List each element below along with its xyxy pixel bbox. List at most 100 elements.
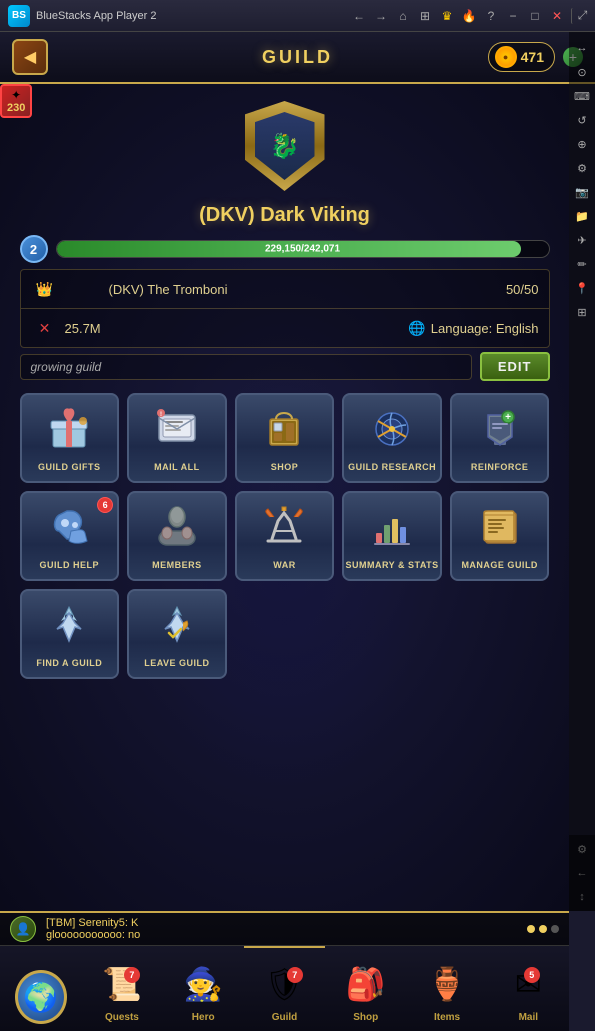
sidebar-icon-3[interactable]: ⌨	[572, 86, 592, 106]
notif-message: glooooooooooo: no	[46, 929, 140, 941]
guild-research-button[interactable]: GUILD RESEARCH	[342, 393, 442, 483]
war-button[interactable]: WAR	[235, 491, 335, 581]
guild-level-badge: 2	[20, 235, 48, 263]
shop-nav-icon-wrap: 🎒	[340, 958, 392, 1010]
shop-nav-label: Shop	[353, 1012, 378, 1023]
sidebar-icon-9[interactable]: ✈	[572, 230, 592, 250]
notif-user: [TBM] Serenity5: K	[46, 917, 138, 929]
guild-leader-name: (DKV) The Tromboni	[109, 282, 506, 297]
sidebar-icon-7[interactable]: 📷	[572, 182, 592, 202]
rank-number: 230	[7, 102, 25, 114]
title-bar: BS BlueStacks App Player 2 ← → ⌂ ⊞ ♛ 🔥 ?…	[0, 0, 595, 32]
guild-power: 25.7M	[65, 321, 403, 336]
emblem-dragon-icon: 🐉	[270, 132, 300, 161]
home-btn[interactable]: ⌂	[395, 8, 411, 24]
svg-text:!: !	[160, 412, 162, 418]
back-nav-btn[interactable]: ←	[351, 8, 367, 24]
reinforce-label: REINFORCE	[471, 462, 529, 473]
sidebar-icon-12[interactable]: ⊞	[572, 302, 592, 322]
fire-btn[interactable]: 🔥	[461, 8, 477, 24]
sidebar-icon-6[interactable]: ⚙	[572, 158, 592, 178]
restore-btn[interactable]: □	[527, 8, 543, 24]
svg-text:+: +	[505, 412, 511, 423]
nav-item-hero[interactable]: 🧙 Hero	[163, 946, 244, 1031]
back-button[interactable]: ◀	[12, 39, 48, 75]
close-btn[interactable]: ✕	[549, 8, 565, 24]
emblem-shield-inner: 🐉	[255, 112, 315, 180]
items-label: Items	[434, 1012, 460, 1023]
rank-badge: ✦ 230	[0, 84, 32, 118]
bluestacks-logo: BS	[8, 5, 30, 27]
guild-icon-wrap: 🛡 7	[258, 958, 310, 1010]
apps-btn[interactable]: ⊞	[417, 8, 433, 24]
guild-nav-label: Guild	[272, 1012, 298, 1023]
emblem-shield: 🐉	[245, 101, 325, 191]
title-bar-controls[interactable]: ← → ⌂ ⊞ ♛ 🔥 ? − □ ✕ ⤢	[351, 8, 587, 24]
manage-guild-label: MANAGE GUILD	[461, 560, 538, 571]
nav-item-guild[interactable]: 🛡 7 Guild	[244, 946, 325, 1031]
sidebar-icon-4[interactable]: ↺	[572, 110, 592, 130]
mail-label: Mail	[519, 1012, 538, 1023]
guild-help-button[interactable]: 6 GUILD HELP	[20, 491, 120, 581]
shop-button[interactable]: SHOP	[235, 393, 335, 483]
find-a-guild-button[interactable]: FIND A GUILD	[20, 589, 120, 679]
nav-item-mail[interactable]: ✉ 5 Mail	[488, 946, 569, 1031]
sidebar-icon-10[interactable]: ✏	[572, 254, 592, 274]
notif-dots	[527, 925, 559, 933]
forward-nav-btn[interactable]: →	[373, 8, 389, 24]
leave-guild-button[interactable]: LEAVE GUILD	[127, 589, 227, 679]
currency-display: ● 471	[488, 42, 555, 72]
sidebar-icon-8[interactable]: 📁	[572, 206, 592, 226]
swords-icon: ✕	[31, 314, 59, 342]
game-area: 🐉 (DKV) Dark Viking 2 229,150/242,071 👑 …	[0, 84, 569, 911]
sidebar-icon-5[interactable]: ⊕	[572, 134, 592, 154]
nav-item-quests[interactable]: 📜 7 Quests	[81, 946, 162, 1031]
nav-item-items[interactable]: 🏺 Items	[406, 946, 487, 1031]
sidebar-icon-2[interactable]: ⊙	[572, 62, 592, 82]
members-icon	[129, 493, 225, 560]
nav-item-world[interactable]: 🌍	[0, 946, 81, 1031]
shop-label: SHOP	[271, 462, 299, 473]
guild-gifts-button[interactable]: GUILD GIFTS	[20, 393, 120, 483]
guild-name: (DKV) Dark Viking	[199, 204, 370, 227]
stretch-btn[interactable]: ⤢	[571, 8, 587, 24]
rank-icon: ✦	[11, 88, 21, 102]
buttons-row-1: GUILD GIFTS ! MAIL ALL	[20, 393, 550, 483]
world-globe-icon: 🌍	[15, 970, 67, 1024]
taskbar: 👤 [TBM] Serenity5: K glooooooooooo: no 🌍…	[0, 911, 569, 1031]
nav-item-shop[interactable]: 🎒 Shop	[325, 946, 406, 1031]
notification-strip[interactable]: 👤 [TBM] Serenity5: K glooooooooooo: no	[0, 913, 569, 946]
nav-bar: 🌍 📜 7 Quests 🧙 Hero 🛡 7	[0, 946, 569, 1031]
sidebar-icon-1[interactable]: ↔	[572, 38, 592, 58]
xp-bar-text: 229,150/242,071	[265, 244, 340, 255]
main-content: 🐉 (DKV) Dark Viking 2 229,150/242,071 👑 …	[0, 84, 569, 683]
help-btn[interactable]: ?	[483, 8, 499, 24]
guild-members-count: 50/50	[506, 282, 539, 297]
sidebar-icon-11[interactable]: 📍	[572, 278, 592, 298]
items-icon-wrap: 🏺	[421, 958, 473, 1010]
guild-leader-row: 👑 ✦ 230 (DKV) The Tromboni 50/50	[20, 269, 550, 308]
notif-dot-3	[551, 925, 559, 933]
war-icon	[237, 493, 333, 560]
mail-all-button[interactable]: ! MAIL ALL	[127, 393, 227, 483]
members-label: MEMBERS	[152, 560, 202, 571]
manage-guild-button[interactable]: MANAGE GUILD	[450, 491, 550, 581]
summary-stats-button[interactable]: SUMMARY & STATS	[342, 491, 442, 581]
notif-avatar: 👤	[10, 916, 36, 942]
currency-amount: 471	[521, 49, 544, 65]
coin-icon: ●	[495, 46, 517, 68]
reinforce-button[interactable]: + REINFORCE	[450, 393, 550, 483]
buttons-row-3: FIND A GUILD LEAVE GUILD	[20, 589, 550, 679]
minimize-btn[interactable]: −	[505, 8, 521, 24]
notif-dot-1	[527, 925, 535, 933]
members-button[interactable]: MEMBERS	[127, 491, 227, 581]
edit-button[interactable]: EDIT	[480, 352, 550, 381]
world-icon-wrap: 🌍	[15, 971, 67, 1023]
shop-icon	[237, 395, 333, 462]
guild-badge: 7	[287, 967, 303, 983]
notif-dot-2	[539, 925, 547, 933]
guild-research-icon	[344, 395, 440, 462]
notification-text: [TBM] Serenity5: K glooooooooooo: no	[46, 917, 517, 941]
crown-btn[interactable]: ♛	[439, 8, 455, 24]
title-bar-left: BS BlueStacks App Player 2	[8, 5, 156, 27]
